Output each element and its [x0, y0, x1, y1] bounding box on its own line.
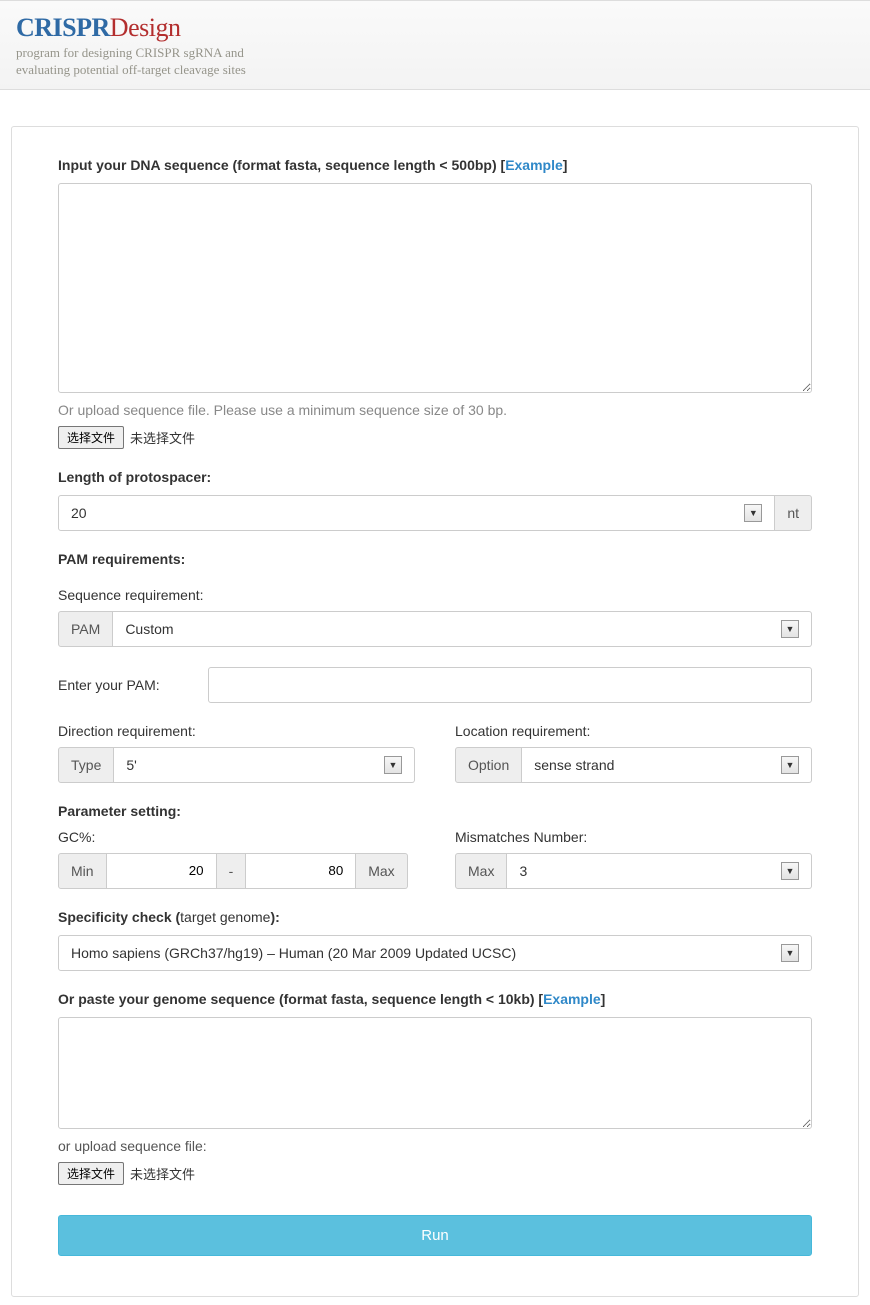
- gc-max-input[interactable]: [246, 853, 356, 889]
- gc-min-addon: Min: [58, 853, 107, 889]
- genome-sequence-textarea[interactable]: [58, 1017, 812, 1129]
- gc-label: GC%:: [58, 829, 415, 845]
- specificity-label: Specificity check (target genome):: [58, 909, 812, 925]
- dna-sequence-textarea[interactable]: [58, 183, 812, 393]
- chevron-down-icon: ▼: [781, 944, 799, 962]
- location-addon: Option: [455, 747, 522, 783]
- mismatch-select[interactable]: 3 ▼: [507, 853, 812, 889]
- page-header: CRISPRDesign program for designing CRISP…: [0, 0, 870, 90]
- chevron-down-icon: ▼: [384, 756, 402, 774]
- dna-input-label: Input your DNA sequence (format fasta, s…: [58, 157, 812, 173]
- pam-input[interactable]: [208, 667, 812, 703]
- tagline: program for designing CRISPR sgRNA and e…: [16, 45, 276, 79]
- protospacer-unit: nt: [775, 495, 812, 531]
- dna-file-button[interactable]: 选择文件: [58, 426, 124, 449]
- gc-dash: -: [217, 853, 247, 889]
- genome-file-status: 未选择文件: [130, 1164, 195, 1183]
- pam-select[interactable]: Custom ▼: [113, 611, 812, 647]
- protospacer-select[interactable]: 20 ▼: [58, 495, 775, 531]
- chevron-down-icon: ▼: [781, 756, 799, 774]
- genome-select[interactable]: Homo sapiens (GRCh37/hg19) – Human (20 M…: [58, 935, 812, 971]
- dna-file-status: 未选择文件: [130, 428, 195, 447]
- genome-upload-hint: or upload sequence file:: [58, 1138, 812, 1154]
- logo-design: Design: [110, 13, 181, 42]
- param-label: Parameter setting:: [58, 803, 812, 819]
- pam-section-label: PAM requirements:: [58, 551, 812, 567]
- genome-example-link[interactable]: Example: [543, 991, 601, 1007]
- logo: CRISPRDesign: [16, 13, 854, 43]
- dna-upload-hint: Or upload sequence file. Please use a mi…: [58, 402, 812, 418]
- direction-select[interactable]: 5' ▼: [114, 747, 415, 783]
- mismatch-label: Mismatches Number:: [455, 829, 812, 845]
- pam-addon: PAM: [58, 611, 113, 647]
- chevron-down-icon: ▼: [781, 620, 799, 638]
- gc-max-addon: Max: [356, 853, 407, 889]
- mismatch-addon: Max: [455, 853, 507, 889]
- direction-addon: Type: [58, 747, 114, 783]
- pam-seq-req-label: Sequence requirement:: [58, 587, 812, 603]
- protospacer-label: Length of protospacer:: [58, 469, 812, 485]
- gc-min-input[interactable]: [107, 853, 217, 889]
- location-label: Location requirement:: [455, 723, 812, 739]
- genome-file-button[interactable]: 选择文件: [58, 1162, 124, 1185]
- location-select[interactable]: sense strand ▼: [522, 747, 812, 783]
- logo-crispr: CRISPR: [16, 13, 110, 42]
- genome-paste-label: Or paste your genome sequence (format fa…: [58, 991, 812, 1007]
- chevron-down-icon: ▼: [781, 862, 799, 880]
- direction-label: Direction requirement:: [58, 723, 415, 739]
- form-container: Input your DNA sequence (format fasta, s…: [11, 126, 859, 1297]
- dna-example-link[interactable]: Example: [505, 157, 563, 173]
- chevron-down-icon: ▼: [744, 504, 762, 522]
- run-button[interactable]: Run: [58, 1215, 812, 1256]
- enter-pam-label: Enter your PAM:: [58, 677, 160, 693]
